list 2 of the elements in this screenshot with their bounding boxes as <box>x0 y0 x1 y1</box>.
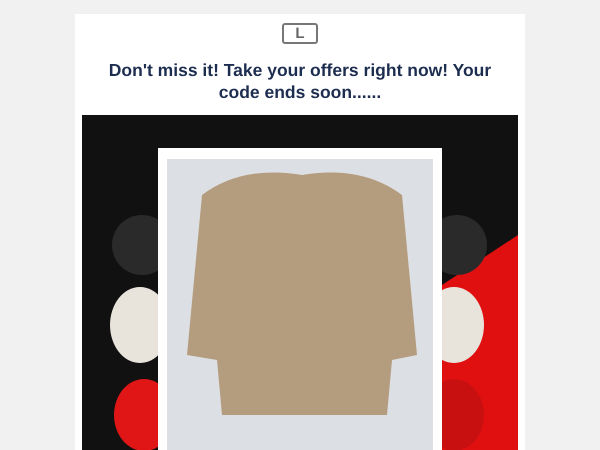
brand-logo[interactable]: L <box>282 23 318 44</box>
headline: Don't miss it! Take your offers right now! Your code ends soon...... <box>108 59 492 103</box>
